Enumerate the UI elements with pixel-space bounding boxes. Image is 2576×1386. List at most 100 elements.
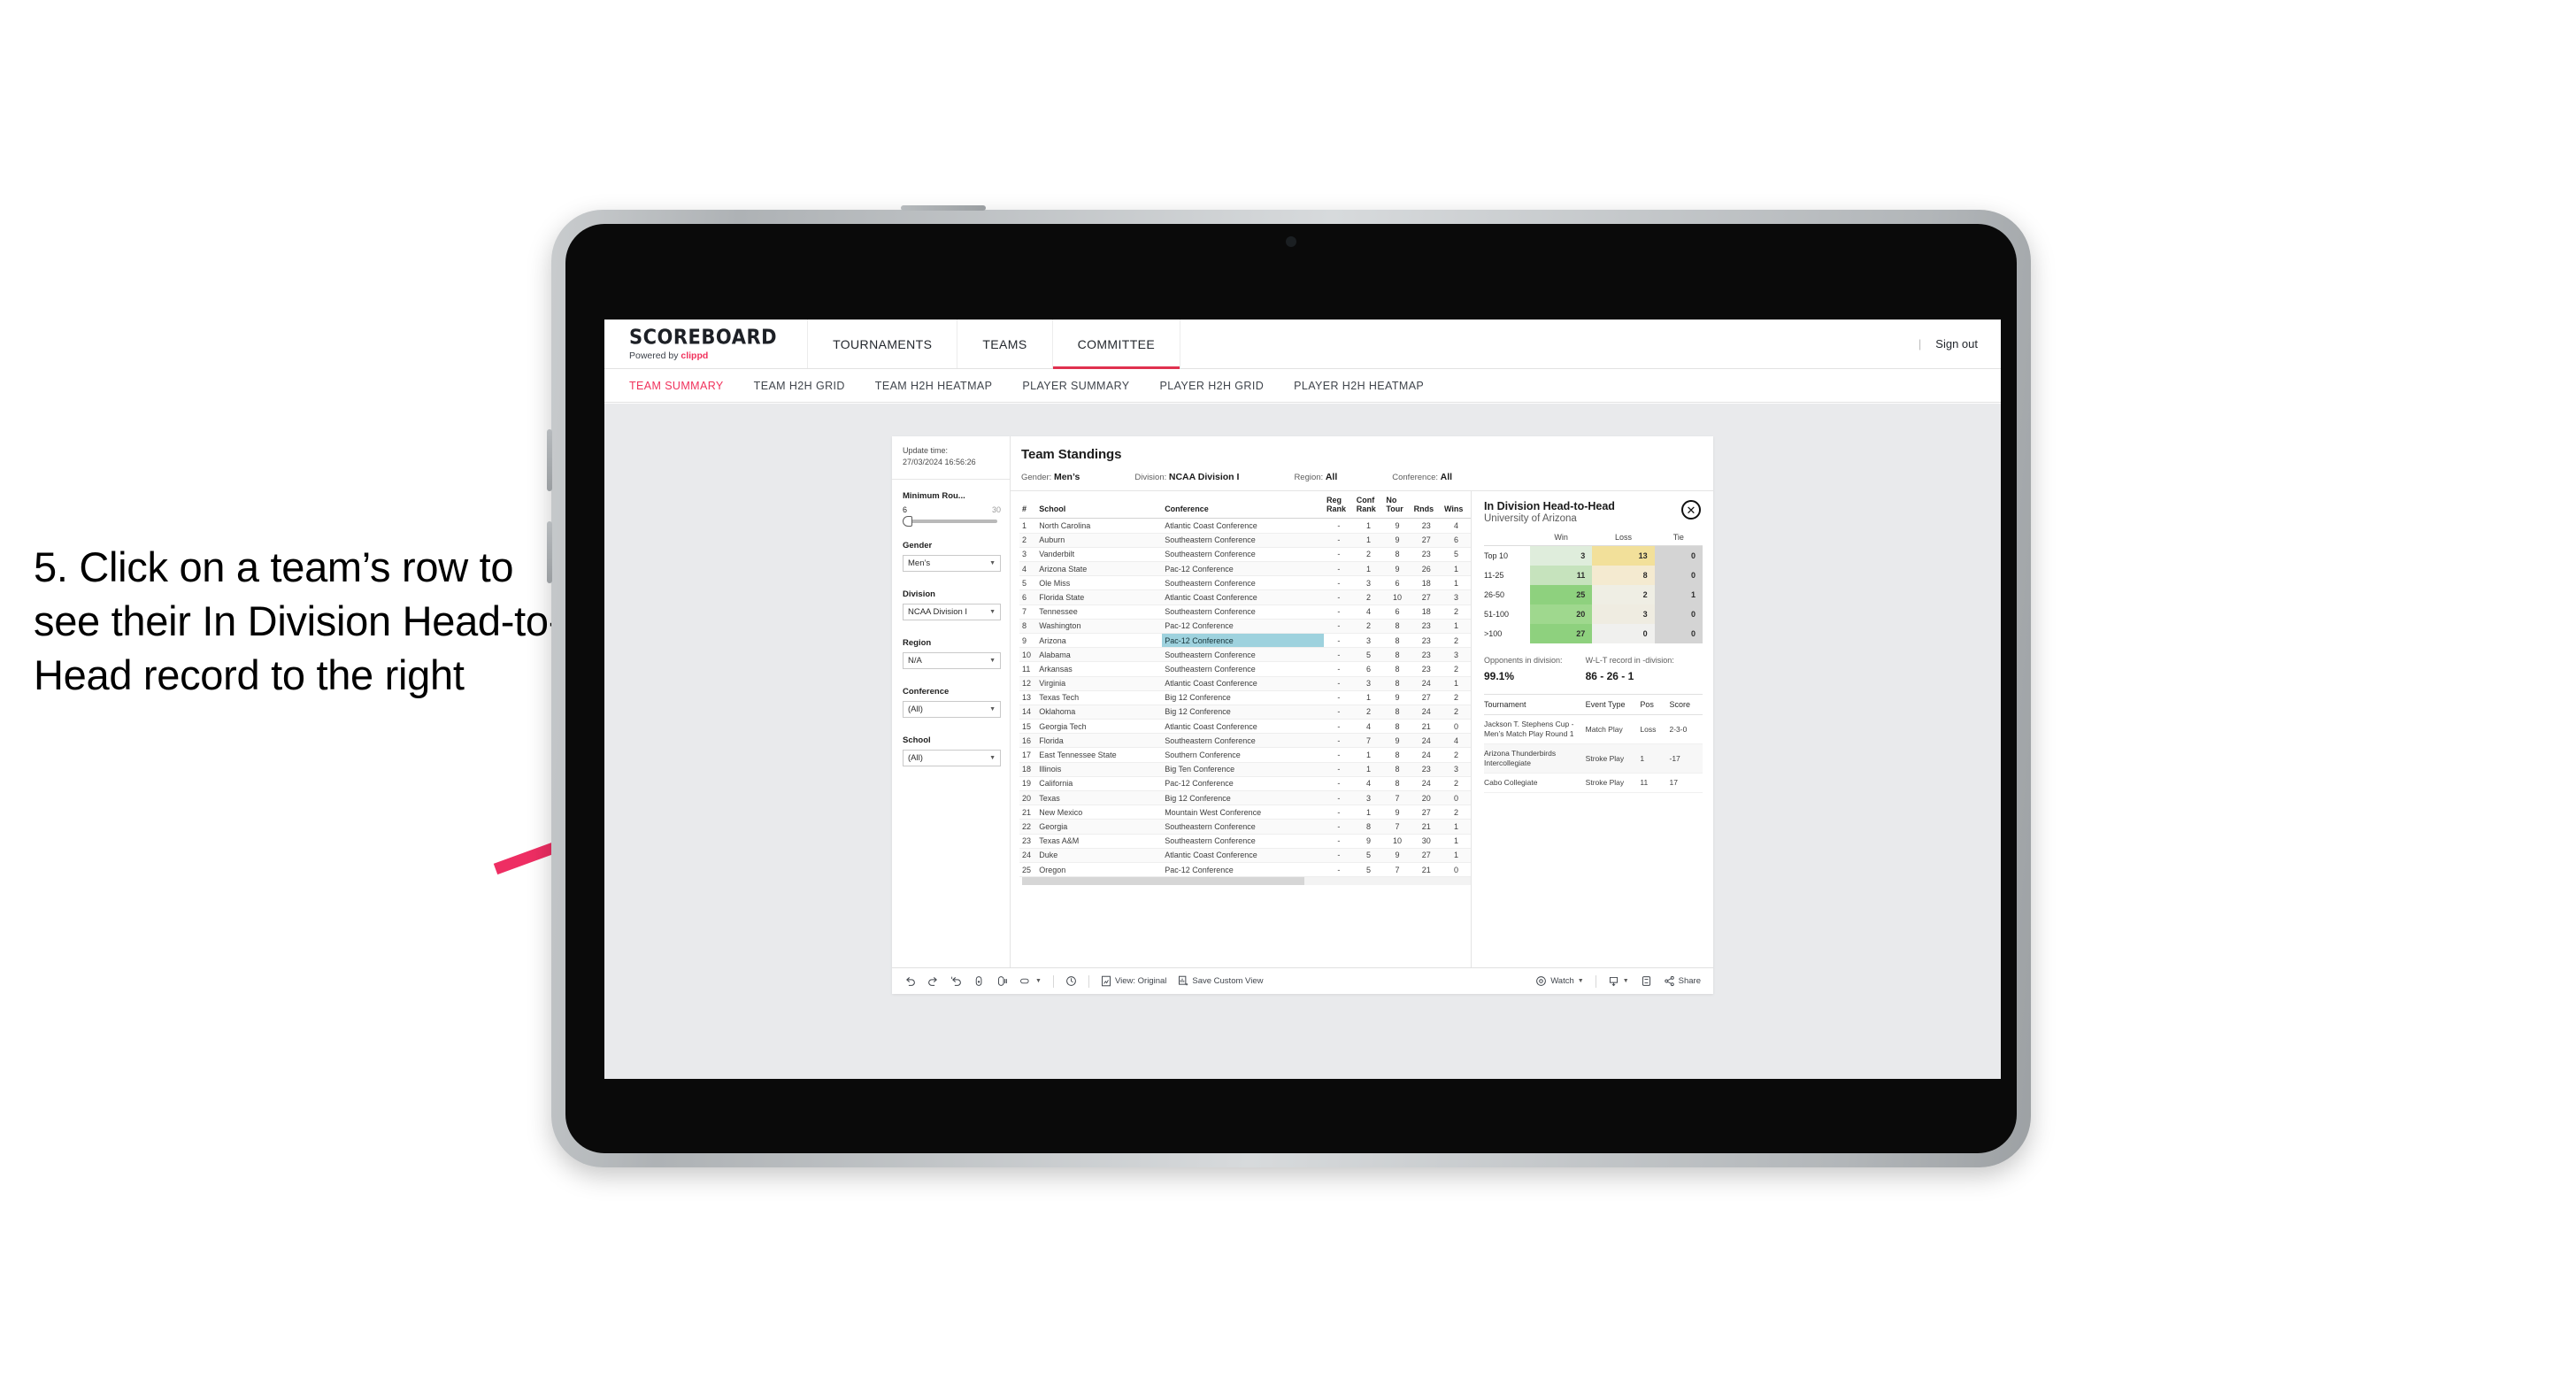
cell-rank[interactable]: 9 (1019, 633, 1037, 649)
cell-no-tour[interactable]: 8 (1383, 747, 1411, 763)
table-row[interactable]: 21 New Mexico Mountain West Conference -1 9 2… (1019, 805, 1471, 820)
cell-reg-rank[interactable]: - (1324, 690, 1354, 705)
table-row[interactable]: 23 Texas A&M Southeastern Conference -9 10 30… (1019, 834, 1471, 849)
cell-reg-rank[interactable]: - (1324, 762, 1354, 777)
cell-rnds[interactable]: 30 (1411, 834, 1442, 849)
tournament-row[interactable]: Cabo Collegiate Stroke Play 11 17 (1484, 773, 1703, 794)
cell-conference[interactable]: Mountain West Conference (1162, 805, 1325, 820)
cell-wins[interactable]: 1 (1441, 819, 1471, 835)
cell-conf-rank[interactable]: 2 (1353, 619, 1384, 634)
cell-conf-rank[interactable]: 5 (1353, 862, 1384, 878)
cell-school[interactable]: Washington (1036, 619, 1163, 634)
tcol-pos[interactable]: Pos (1640, 700, 1670, 715)
school-select[interactable]: (All) ▼ (903, 750, 1001, 767)
cell-reg-rank[interactable]: - (1324, 676, 1354, 691)
cell-no-tour[interactable]: 9 (1383, 561, 1411, 577)
cell-rnds[interactable]: 23 (1411, 633, 1442, 649)
cell-no-tour[interactable]: 10 (1383, 834, 1411, 849)
tcol-event-type[interactable]: Event Type (1585, 700, 1641, 715)
cell-reg-rank[interactable]: - (1324, 862, 1354, 878)
cell-rnds[interactable]: 18 (1411, 604, 1442, 620)
close-icon[interactable]: ✕ (1681, 500, 1701, 520)
cell-conference[interactable]: Southeastern Conference (1162, 533, 1325, 548)
cell-school[interactable]: Ole Miss (1036, 575, 1163, 591)
cell-conference[interactable]: Pac-12 Conference (1162, 776, 1325, 792)
cell-rank[interactable]: 18 (1019, 762, 1037, 777)
cell-school[interactable]: Alabama (1036, 647, 1163, 663)
cell-conference[interactable]: Pac-12 Conference (1162, 633, 1325, 649)
horizontal-scrollbar[interactable] (1022, 877, 1471, 886)
cell-rank[interactable]: 19 (1019, 776, 1037, 792)
cell-no-tour[interactable]: 8 (1383, 719, 1411, 735)
cell-reg-rank[interactable]: - (1324, 705, 1354, 720)
table-row[interactable]: 19 California Pac-12 Conference -4 8 24 2 (1019, 776, 1471, 792)
cell-rnds[interactable]: 21 (1411, 719, 1442, 735)
cell-no-tour[interactable]: 9 (1383, 805, 1411, 820)
cell-rank[interactable]: 7 (1019, 604, 1037, 620)
cell-conference[interactable]: Big 12 Conference (1162, 790, 1325, 806)
cell-conference[interactable]: Southeastern Conference (1162, 604, 1325, 620)
cell-rank[interactable]: 13 (1019, 690, 1037, 705)
cell-rank[interactable]: 17 (1019, 747, 1037, 763)
tab-player-h2h-grid[interactable]: PLAYER H2H GRID (1160, 380, 1265, 392)
nav-item-teams[interactable]: TEAMS (957, 320, 1053, 368)
cell-reg-rank[interactable]: - (1324, 547, 1354, 563)
cell-rnds[interactable]: 24 (1411, 676, 1442, 691)
cell-rnds[interactable]: 18 (1411, 575, 1442, 591)
cell-school[interactable]: California (1036, 776, 1163, 792)
cell-rnds[interactable]: 27 (1411, 848, 1442, 863)
cell-conf-rank[interactable]: 1 (1353, 690, 1384, 705)
table-row[interactable]: 1 North Carolina Atlantic Coast Conference… (1019, 518, 1471, 534)
cell-no-tour[interactable]: 9 (1383, 533, 1411, 548)
cell-no-tour[interactable]: 8 (1383, 661, 1411, 677)
cell-conf-rank[interactable]: 2 (1353, 589, 1384, 605)
cell-rnds[interactable]: 20 (1411, 790, 1442, 806)
tcol-tournament[interactable]: Tournament (1484, 700, 1586, 715)
cell-wins[interactable]: 2 (1441, 661, 1471, 677)
cell-conference[interactable]: Big 12 Conference (1162, 690, 1325, 705)
cell-rnds[interactable]: 24 (1411, 776, 1442, 792)
gender-select[interactable]: Men’s ▼ (903, 555, 1001, 573)
table-row[interactable]: 9 Arizona Pac-12 Conference -3 8 23 2 (1019, 633, 1471, 649)
col-reg-rank[interactable]: Reg Rank (1324, 491, 1354, 520)
cell-conf-rank[interactable]: 8 (1353, 819, 1384, 835)
cell-reg-rank[interactable]: - (1324, 518, 1354, 534)
cell-conf-rank[interactable]: 4 (1353, 719, 1384, 735)
cell-school[interactable]: Arkansas (1036, 661, 1163, 677)
cell-school[interactable]: Georgia (1036, 819, 1163, 835)
view-original-button[interactable]: View: Original (1101, 975, 1166, 987)
cell-reg-rank[interactable]: - (1324, 790, 1354, 806)
cell-no-tour[interactable]: 10 (1383, 589, 1411, 605)
cell-reg-rank[interactable]: - (1324, 805, 1354, 820)
cell-rank[interactable]: 16 (1019, 733, 1037, 749)
nav-item-tournaments[interactable]: TOURNAMENTS (808, 320, 958, 368)
cell-conf-rank[interactable]: 2 (1353, 705, 1384, 720)
cell-reg-rank[interactable]: - (1324, 533, 1354, 548)
cell-reg-rank[interactable]: - (1324, 661, 1354, 677)
undo-icon[interactable] (904, 975, 916, 987)
col-no-tour[interactable]: No Tour (1383, 491, 1411, 520)
cell-reg-rank[interactable]: - (1324, 719, 1354, 735)
cell-no-tour[interactable]: 8 (1383, 762, 1411, 777)
cell-conference[interactable]: Southern Conference (1162, 747, 1325, 763)
cell-wins[interactable]: 1 (1441, 575, 1471, 591)
tournament-row[interactable]: Jackson T. Stephens Cup - Men’s Match Pl… (1484, 714, 1703, 745)
cell-reg-rank[interactable]: - (1324, 561, 1354, 577)
conference-select[interactable]: (All) ▼ (903, 701, 1001, 719)
cell-reg-rank[interactable]: - (1324, 633, 1354, 649)
cell-conf-rank[interactable]: 1 (1353, 518, 1384, 534)
cell-reg-rank[interactable]: - (1324, 604, 1354, 620)
col-school[interactable]: School (1036, 491, 1163, 520)
cell-no-tour[interactable]: 7 (1383, 819, 1411, 835)
cell-rnds[interactable]: 21 (1411, 819, 1442, 835)
cell-conference[interactable]: Southeastern Conference (1162, 547, 1325, 563)
fullscreen-button[interactable] (1641, 975, 1652, 987)
cell-conf-rank[interactable]: 7 (1353, 733, 1384, 749)
cell-conf-rank[interactable]: 3 (1353, 676, 1384, 691)
tournament-row[interactable]: Arizona Thunderbirds Intercollegiate Stro… (1484, 743, 1703, 774)
table-row[interactable]: 17 East Tennessee State Southern Conferenc… (1019, 747, 1471, 763)
cell-conf-rank[interactable]: 1 (1353, 805, 1384, 820)
cell-rnds[interactable]: 27 (1411, 690, 1442, 705)
cell-rnds[interactable]: 23 (1411, 661, 1442, 677)
table-row[interactable]: 4 Arizona State Pac-12 Conference -1 9 26 1 (1019, 561, 1471, 577)
